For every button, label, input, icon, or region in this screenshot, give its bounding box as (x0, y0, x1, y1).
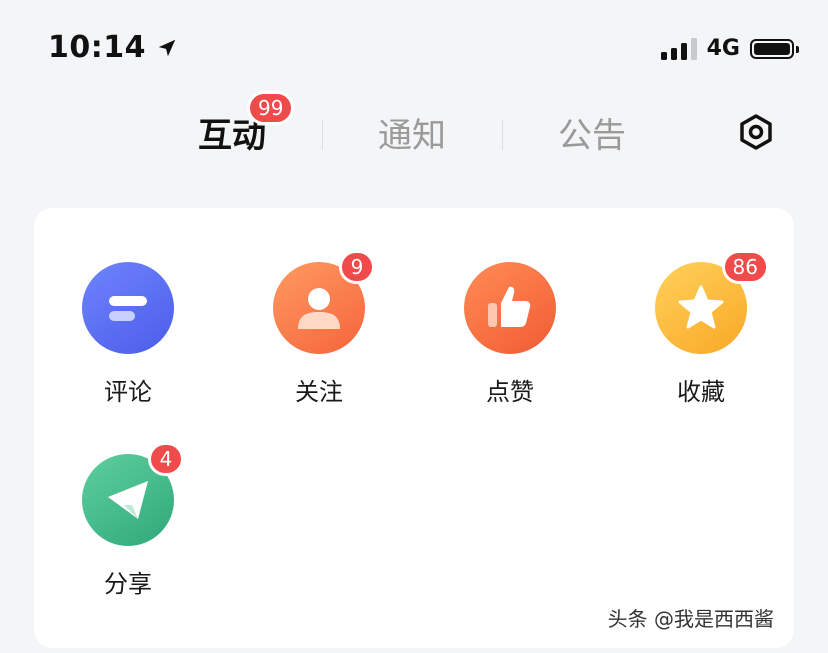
battery-icon (750, 38, 799, 59)
tab-divider (502, 120, 503, 150)
like-entry[interactable]: 点赞 (440, 262, 580, 407)
settings-hexagon-icon[interactable] (736, 112, 776, 152)
share-badge: 4 (148, 442, 184, 476)
follow-user-icon (298, 288, 340, 329)
tab-notification[interactable]: 通知 (378, 108, 446, 157)
share-send-icon (108, 481, 148, 519)
location-arrow-icon (158, 39, 176, 56)
share-label: 分享 (104, 570, 152, 598)
tab-bar: 互动 通知 公告 (0, 108, 828, 158)
favorite-label: 收藏 (677, 378, 725, 406)
tab-divider (322, 120, 323, 150)
signal-icon (660, 37, 697, 60)
follow-badge: 9 (339, 250, 375, 284)
favorite-entry[interactable]: 收藏 86 (631, 250, 771, 407)
star-icon (678, 285, 724, 329)
like-label: 点赞 (486, 378, 534, 406)
comment-label: 评论 (104, 378, 152, 406)
follow-entry[interactable]: 关注 9 (249, 250, 389, 407)
thumbs-up-icon (488, 286, 531, 327)
interaction-badge: 99 (247, 91, 295, 125)
time-text: 10:14 (48, 30, 146, 65)
status-indicators: 4G (660, 36, 799, 61)
like-circle (464, 262, 556, 354)
network-type: 4G (706, 36, 740, 61)
share-entry[interactable]: 分享 4 (58, 442, 198, 599)
interaction-card: 评论 关注 9 点赞 收藏 86 分享 4 头条 @我是西西酱 (34, 208, 794, 648)
watermark: 头条 @我是西西酱 (607, 607, 774, 631)
follow-label: 关注 (295, 378, 343, 406)
favorite-badge: 86 (721, 250, 769, 284)
tab-announcement[interactable]: 公告 (558, 108, 626, 157)
status-time: 10:14 (48, 30, 178, 65)
comment-circle (82, 262, 174, 354)
comment-icon (109, 296, 147, 321)
comment-entry[interactable]: 评论 (58, 262, 198, 407)
